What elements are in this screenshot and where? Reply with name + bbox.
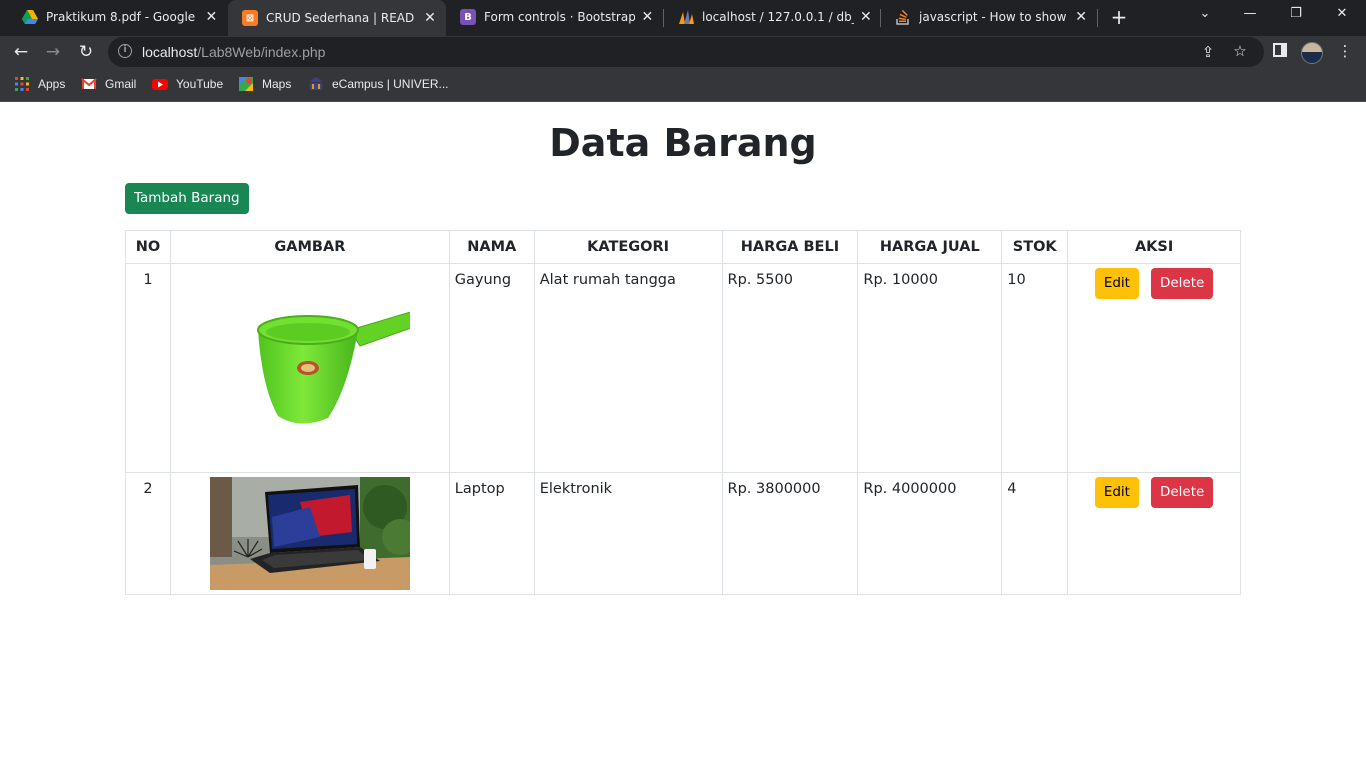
stackoverflow-icon xyxy=(895,9,911,25)
gayung-image xyxy=(256,307,430,424)
cell-harga-jual: Rp. 10000 xyxy=(857,263,1003,473)
tab-title: localhost / 127.0.0.1 / db_barang xyxy=(702,10,854,24)
edit-button[interactable]: Edit xyxy=(1094,477,1139,508)
delete-button[interactable]: Delete xyxy=(1150,477,1214,508)
cell-gambar xyxy=(169,263,450,473)
maps-icon xyxy=(238,76,254,92)
google-drive-icon xyxy=(22,9,38,25)
cell-nama: Gayung xyxy=(448,263,535,473)
forward-arrow-icon[interactable]: → xyxy=(41,40,65,64)
cell-no: 2 xyxy=(125,472,171,595)
column-header-stok: STOK xyxy=(1001,230,1069,264)
bookmark-label: YouTube xyxy=(176,77,224,91)
close-icon[interactable]: ✕ xyxy=(205,9,218,25)
tab-title: Praktikum 8.pdf - Google Drive xyxy=(46,10,199,24)
table-row: 1 Gayung Alat rumah tangga Rp. 5500 Rp. … xyxy=(125,263,1241,473)
phpmyadmin-icon xyxy=(678,9,694,25)
column-header-harga-jual: HARGA JUAL xyxy=(857,230,1003,264)
new-tab-button[interactable]: + xyxy=(1108,6,1130,28)
tab-phpmyadmin[interactable]: localhost / 127.0.0.1 / db_barang ✕ xyxy=(664,0,880,34)
restore-icon[interactable]: ❐ xyxy=(1286,6,1306,21)
page-content: Data Barang Tambah Barang NO GAMBAR NAMA… xyxy=(0,103,1366,768)
tab-crud-read[interactable]: ⊠ CRUD Sederhana | READ ✕ xyxy=(228,0,446,36)
share-icon[interactable]: ⇪ xyxy=(1198,43,1218,61)
close-icon[interactable]: ✕ xyxy=(422,10,438,26)
tab-google-drive[interactable]: Praktikum 8.pdf - Google Drive ✕ xyxy=(8,0,226,34)
cell-gambar xyxy=(169,472,450,595)
tab-separator xyxy=(1097,9,1098,27)
column-header-kategori: KATEGORI xyxy=(533,230,723,264)
url-host: localhost xyxy=(142,44,198,60)
column-header-gambar: GAMBAR xyxy=(169,230,450,264)
close-icon[interactable]: ✕ xyxy=(1075,9,1087,25)
site-info-icon[interactable]: i xyxy=(118,44,132,58)
table-row: 2 Laptop Elektronik Rp. 3800000 Rp. 4000… xyxy=(125,472,1241,595)
xampp-icon: ⊠ xyxy=(242,10,258,26)
tab-title: Form controls · Bootstrap v5.2 xyxy=(484,10,635,24)
cell-harga-beli: Rp. 3800000 xyxy=(721,472,859,595)
column-header-aksi: AKSI xyxy=(1067,230,1241,264)
tab-bootstrap[interactable]: B Form controls · Bootstrap v5.2 ✕ xyxy=(446,0,662,34)
cell-no: 1 xyxy=(125,263,171,473)
close-window-icon[interactable]: ✕ xyxy=(1332,6,1352,21)
url-path: /Lab8Web/index.php xyxy=(197,44,326,60)
bookmark-youtube[interactable]: YouTube xyxy=(152,76,223,92)
edit-button[interactable]: Edit xyxy=(1094,268,1139,299)
bookmark-ecampus[interactable]: eCampus | UNIVER... xyxy=(308,76,448,92)
cell-stok: 4 xyxy=(1001,472,1069,595)
address-bar[interactable]: i localhost/Lab8Web/index.php ⇪ ☆ xyxy=(108,37,1264,67)
reload-icon[interactable]: ↻ xyxy=(74,40,98,64)
cell-harga-beli: Rp. 5500 xyxy=(721,263,859,473)
bookmark-label: Maps xyxy=(262,77,292,91)
browser-toolbar: ← → ↻ i localhost/Lab8Web/index.php ⇪ ☆ … xyxy=(0,36,1366,68)
items-table: NO GAMBAR NAMA KATEGORI HARGA BELI HARGA… xyxy=(125,230,1241,595)
laptop-image xyxy=(209,477,418,590)
cell-aksi: Edit Delete xyxy=(1067,263,1241,473)
gmail-icon xyxy=(81,76,97,92)
apps-grid-icon xyxy=(14,76,30,92)
add-item-button[interactable]: Tambah Barang xyxy=(125,183,249,214)
url-text: localhost/Lab8Web/index.php xyxy=(142,44,325,60)
bookmark-gmail[interactable]: Gmail xyxy=(81,76,136,92)
bookmark-label: Apps xyxy=(38,77,66,91)
back-arrow-icon[interactable]: ← xyxy=(9,40,33,64)
tab-title: javascript - How to show a confirm xyxy=(919,10,1069,24)
column-header-harga-beli: HARGA BELI xyxy=(721,230,859,264)
cell-stok: 10 xyxy=(1001,263,1069,473)
bookmark-label: eCampus | UNIVER... xyxy=(332,77,449,91)
bootstrap-icon: B xyxy=(460,9,476,25)
profile-avatar[interactable] xyxy=(1301,42,1323,64)
column-header-no: NO xyxy=(125,230,171,264)
bookmark-label: Gmail xyxy=(105,77,137,91)
cell-kategori: Alat rumah tangga xyxy=(533,263,723,473)
tab-search-chevron-icon[interactable]: ⌄ xyxy=(1195,6,1215,21)
browser-tab-strip: Praktikum 8.pdf - Google Drive ✕ ⊠ CRUD … xyxy=(0,0,1366,36)
youtube-icon xyxy=(152,76,168,92)
tab-stackoverflow[interactable]: javascript - How to show a confirm ✕ xyxy=(881,0,1095,34)
cell-kategori: Elektronik xyxy=(533,472,723,595)
bookmarks-bar: Apps Gmail YouTube Maps eCampus | UNIVER… xyxy=(0,68,1366,102)
tab-title: CRUD Sederhana | READ xyxy=(266,11,415,25)
bookmark-apps[interactable]: Apps xyxy=(14,76,65,92)
bookmark-star-icon[interactable]: ☆ xyxy=(1230,42,1250,60)
menu-kebab-icon[interactable]: ⋮ xyxy=(1335,42,1355,60)
close-icon[interactable]: ✕ xyxy=(641,9,654,25)
column-header-nama: NAMA xyxy=(448,230,535,264)
bookmark-maps[interactable]: Maps xyxy=(238,76,291,92)
delete-button[interactable]: Delete xyxy=(1150,268,1214,299)
page-title: Data Barang xyxy=(549,121,817,165)
cell-harga-jual: Rp. 4000000 xyxy=(857,472,1003,595)
cell-nama: Laptop xyxy=(448,472,535,595)
cell-aksi: Edit Delete xyxy=(1067,472,1241,595)
university-icon xyxy=(308,76,324,92)
side-panel-icon[interactable] xyxy=(1270,43,1290,61)
minimize-icon[interactable]: — xyxy=(1240,6,1260,21)
table-header-row: NO GAMBAR NAMA KATEGORI HARGA BELI HARGA… xyxy=(125,230,1241,264)
close-icon[interactable]: ✕ xyxy=(860,9,872,25)
